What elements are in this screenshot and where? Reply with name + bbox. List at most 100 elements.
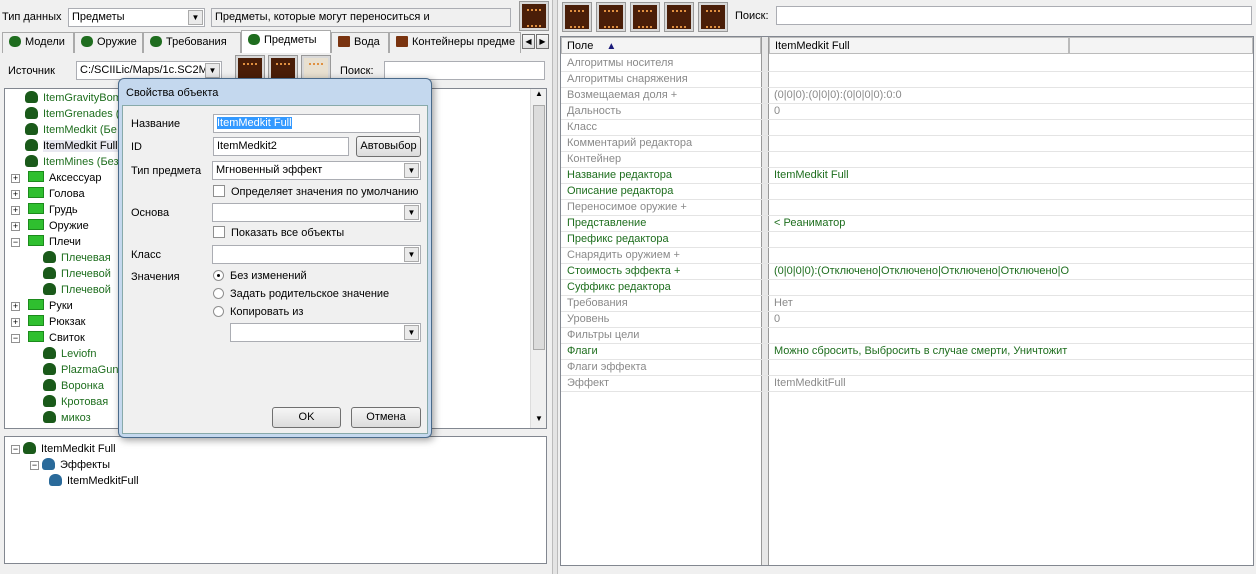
column-header-field[interactable]: Поле ▲ (561, 37, 761, 54)
right-search-input[interactable] (776, 6, 1252, 25)
tree-folder[interactable]: − Свиток (11, 330, 85, 346)
effects-tree-item[interactable]: − ItemMedkit Full (11, 441, 116, 457)
property-row[interactable]: Требования Нет (561, 296, 1253, 312)
effects-tree-item[interactable]: − Эффекты (30, 457, 110, 473)
tree-item[interactable]: Кротовая (43, 394, 108, 410)
tab-items[interactable]: Предметы (241, 30, 331, 53)
property-row[interactable]: Алгоритмы носителя (561, 56, 1253, 72)
property-row[interactable]: Класс (561, 120, 1253, 136)
tab-scroll-left-button[interactable]: ◀ (522, 34, 535, 49)
tree-folder[interactable]: − Плечи (11, 234, 81, 250)
property-value[interactable]: < Реаниматор (774, 217, 1069, 229)
property-row[interactable]: Флаги эффекта (561, 360, 1253, 376)
property-row[interactable]: Алгоритмы снаряжения (561, 72, 1253, 88)
effects-tree[interactable]: − ItemMedkit Full − Эффекты ItemMedkitFull (4, 436, 547, 564)
property-value[interactable]: ItemMedkit Full (774, 169, 1069, 181)
property-value[interactable]: Можно сбросить, Выбросить в случае смерт… (774, 345, 1069, 357)
cancel-button[interactable]: Отмена (351, 407, 421, 428)
effects-tree-item[interactable]: ItemMedkitFull (49, 473, 139, 489)
property-row[interactable]: Описание редактора (561, 184, 1253, 200)
expand-icon[interactable]: + (11, 222, 20, 231)
tab-water[interactable]: Вода (331, 32, 389, 53)
expand-icon[interactable]: + (11, 174, 20, 183)
tab-containers[interactable]: Контейнеры предме (389, 32, 521, 53)
collapse-icon[interactable]: − (11, 238, 20, 247)
property-row[interactable]: Фильтры цели (561, 328, 1253, 344)
property-row[interactable]: Контейнер (561, 152, 1253, 168)
tree-folder[interactable]: + Грудь (11, 202, 78, 218)
property-value[interactable]: ItemMedkitFull (774, 377, 1069, 389)
tree-item[interactable]: ItemMedkit Full (25, 138, 118, 154)
tab-weapon[interactable]: Оружие (74, 32, 143, 53)
tab-models[interactable]: Модели (2, 32, 74, 53)
tab-requirements[interactable]: Требования (143, 32, 241, 53)
tree-item[interactable]: ItemMedkit (Бе (25, 122, 117, 138)
property-value[interactable]: Нет (774, 297, 1069, 309)
name-input[interactable]: ItemMedkit Full (213, 114, 420, 133)
property-row[interactable]: Возмещаемая доля + (0|0|0):(0|0|0):(0|0|0… (561, 88, 1253, 104)
scrollbar-thumb[interactable] (533, 105, 545, 350)
tree-item[interactable]: ItemGravityBom (25, 90, 122, 106)
tree-item[interactable]: ItemGrenades ( (25, 106, 119, 122)
property-row[interactable]: Уровень 0 (561, 312, 1253, 328)
toolbar-button-4[interactable] (664, 2, 694, 32)
property-row[interactable]: Стоимость эффекта + (0|0|0|0):(Отключено|… (561, 264, 1253, 280)
tree-item[interactable]: ItemMines (Без (25, 154, 119, 170)
column-header-value[interactable]: ItemMedkit Full (769, 37, 1069, 54)
tree-folder[interactable]: + Оружие (11, 218, 89, 234)
property-value[interactable]: 0 (774, 313, 1069, 325)
expand-icon[interactable]: + (11, 318, 20, 327)
tree-item[interactable]: Плечевой (43, 266, 111, 282)
scroll-down-icon[interactable]: ▼ (532, 414, 546, 428)
tree-folder[interactable]: + Голова (11, 186, 85, 202)
tree-item[interactable]: Плечевая (43, 250, 111, 266)
expand-icon[interactable]: + (11, 190, 20, 199)
tree-scrollbar[interactable]: ▲ ▼ (530, 89, 546, 428)
datatype-tool-button[interactable] (519, 1, 549, 31)
pane-splitter[interactable] (552, 0, 558, 574)
collapse-icon[interactable]: − (11, 445, 20, 454)
base-select[interactable]: ▼ (212, 203, 421, 222)
expand-icon[interactable]: + (11, 302, 20, 311)
radio-no-change[interactable]: Без изменений (213, 270, 307, 282)
property-row[interactable]: Название редактора ItemMedkit Full (561, 168, 1253, 184)
property-row[interactable]: Дальность 0 (561, 104, 1253, 120)
radio-copy-from[interactable]: Копировать из (213, 306, 303, 318)
tree-folder[interactable]: + Рюкзак (11, 314, 86, 330)
tree-item[interactable]: микоз (43, 410, 91, 426)
datatype-select[interactable]: Предметы ▼ (68, 8, 205, 27)
id-input[interactable]: ItemMedkit2 (213, 137, 349, 156)
tree-item[interactable]: Плечевой (43, 282, 111, 298)
property-value[interactable]: 0 (774, 105, 1069, 117)
property-value[interactable]: (0|0|0):(0|0|0):(0|0|0|0):0:0 (774, 89, 1069, 101)
toolbar-button-5[interactable] (698, 2, 728, 32)
tree-item[interactable]: Leviofn (43, 346, 96, 362)
toolbar-button-1[interactable] (562, 2, 592, 32)
expand-icon[interactable]: + (11, 206, 20, 215)
property-row[interactable]: Комментарий редактора (561, 136, 1253, 152)
property-row[interactable]: Снарядить оружием + (561, 248, 1253, 264)
collapse-icon[interactable]: − (11, 334, 20, 343)
autoselect-button[interactable]: Автовыбор (356, 136, 421, 157)
tab-scroll-right-button[interactable]: ▶ (536, 34, 549, 49)
property-row[interactable]: Эффект ItemMedkitFull (561, 376, 1253, 392)
property-row[interactable]: Флаги Можно сбросить, Выбросить в случае … (561, 344, 1253, 360)
property-row[interactable]: Представление < Реаниматор (561, 216, 1253, 232)
item-type-select[interactable]: Мгновенный эффект ▼ (212, 161, 421, 180)
property-value[interactable]: (0|0|0|0):(Отключено|Отключено|Отключено… (774, 265, 1069, 277)
copy-from-select[interactable]: ▼ (230, 323, 421, 342)
toolbar-button-2[interactable] (596, 2, 626, 32)
tree-item[interactable]: Воронка (43, 378, 104, 394)
tree-folder[interactable]: + Руки (11, 298, 73, 314)
toolbar-button-3[interactable] (630, 2, 660, 32)
property-row[interactable]: Переносимое оружие + (561, 200, 1253, 216)
scroll-up-icon[interactable]: ▲ (532, 89, 546, 103)
show-all-checkbox[interactable]: Показать все объекты (213, 226, 344, 239)
defines-defaults-checkbox[interactable]: Определяет значения по умолчанию (213, 185, 418, 198)
ok-button[interactable]: OK (272, 407, 341, 428)
class-select[interactable]: ▼ (212, 245, 421, 264)
tree-item[interactable]: PlazmaGun (43, 362, 118, 378)
property-row[interactable]: Префикс редактора (561, 232, 1253, 248)
radio-set-parent[interactable]: Задать родительское значение (213, 288, 389, 300)
property-row[interactable]: Суффикс редактора (561, 280, 1253, 296)
